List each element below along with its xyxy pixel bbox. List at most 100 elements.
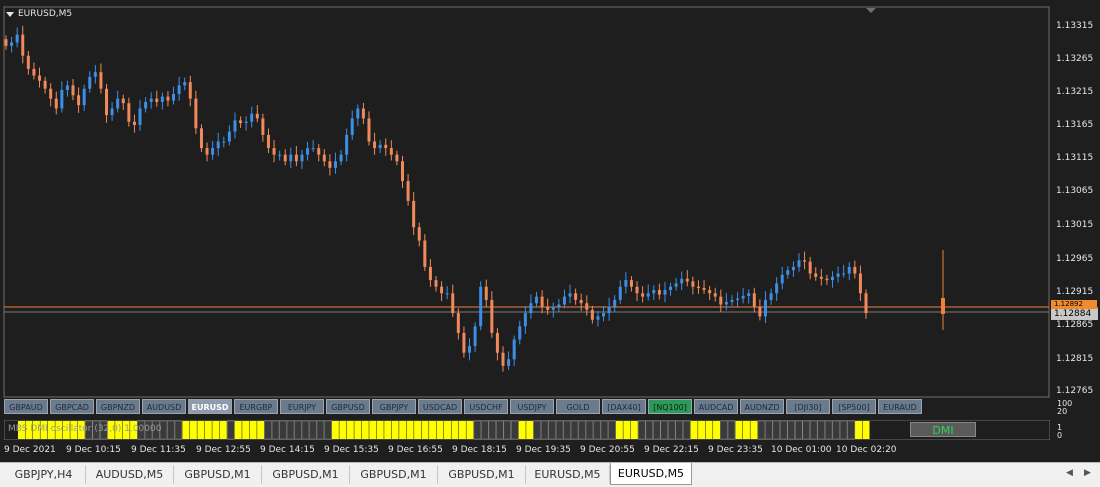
- candle-body: [15, 34, 19, 43]
- symbol-button[interactable]: USDCAD: [418, 399, 462, 414]
- candle-body: [652, 290, 656, 294]
- symbol-button[interactable]: [NQ100]: [648, 399, 692, 414]
- oscillator-bar: [331, 421, 339, 439]
- symbol-button[interactable]: USDJPY: [510, 399, 554, 414]
- oscillator-bar: [518, 421, 526, 439]
- candle-body: [724, 301, 728, 305]
- time-tick: 9 Dec 19:35: [516, 445, 571, 455]
- chart-tab[interactable]: EURUSD,M5: [526, 465, 610, 484]
- candle-body: [641, 293, 645, 297]
- candle-body: [769, 293, 773, 300]
- candle-body: [138, 108, 142, 125]
- oscillator-panel[interactable]: MBS DMI oscillator (32,0) 1.00000 DMI: [3, 419, 1051, 441]
- oscillator-bar: [473, 420, 482, 440]
- candle-body: [233, 120, 237, 132]
- oscillator-bar: [429, 421, 437, 439]
- oscillator-bar: [496, 420, 504, 440]
- candle-body: [49, 88, 53, 99]
- candle-body: [38, 75, 42, 81]
- oscillator-bar: [675, 420, 683, 440]
- candle-body: [501, 352, 505, 366]
- chart-tab-bar: GBPJPY,H4 AUDUSD,M5 GBPUSD,M1 GBPUSD,M1 …: [0, 462, 1100, 487]
- chart-tab-active[interactable]: EURUSD,M5: [610, 463, 692, 485]
- oscillator-bar: [376, 421, 384, 439]
- dropdown-triangle-icon[interactable]: [6, 11, 14, 17]
- price-tick: 1.12815: [1056, 354, 1094, 364]
- candle-body: [345, 134, 349, 155]
- candle-body: [791, 266, 795, 271]
- chart-tab[interactable]: GBPUSD,M1: [350, 465, 438, 484]
- symbol-button[interactable]: [DJI30]: [786, 399, 830, 414]
- candle-body: [194, 98, 198, 129]
- oscillator-bar: [324, 420, 332, 440]
- candle-body: [808, 261, 812, 274]
- symbol-button[interactable]: AUDNZD: [740, 399, 784, 414]
- candle-body: [261, 118, 265, 135]
- oscillator-bar: [578, 420, 586, 440]
- chart-tab[interactable]: AUDUSD,M5: [86, 465, 174, 484]
- oscillator-bar: [630, 421, 638, 439]
- symbol-button[interactable]: EURAUD: [878, 399, 922, 414]
- candle-body: [294, 154, 298, 162]
- symbol-button[interactable]: EURJPY: [280, 399, 324, 414]
- chart-title[interactable]: EURUSD,M5: [6, 9, 72, 19]
- chart-tab[interactable]: GBPUSD,M1: [438, 465, 526, 484]
- symbol-button[interactable]: USDCHF: [464, 399, 508, 414]
- price-axis[interactable]: 1.13315 1.13265 1.13215 1.13165 1.13115 …: [1050, 0, 1100, 462]
- symbol-button[interactable]: [DAX40]: [602, 399, 646, 414]
- candle-body: [613, 299, 617, 307]
- candle-body: [317, 148, 321, 155]
- symbol-button[interactable]: EURUSD: [188, 399, 232, 414]
- candle-body: [333, 161, 337, 168]
- symbol-button[interactable]: AUDUSD: [142, 399, 186, 414]
- symbol-button[interactable]: AUDCAD: [694, 399, 738, 414]
- candle-body: [26, 55, 30, 69]
- symbol-button[interactable]: GBPJPY: [372, 399, 416, 414]
- price-chart[interactable]: [0, 0, 1050, 400]
- chart-tab[interactable]: GBPJPY,H4: [2, 465, 86, 484]
- oscillator-bar: [189, 421, 197, 439]
- chart-shift-marker-icon[interactable]: [866, 8, 876, 13]
- oscillator-bar: [742, 421, 750, 439]
- oscillator-bar: [503, 420, 512, 440]
- candle-body: [412, 200, 416, 228]
- symbol-button[interactable]: GBPNZD: [96, 399, 140, 414]
- symbol-button[interactable]: GBPUSD: [326, 399, 370, 414]
- oscillator-bar: [361, 421, 369, 439]
- scroll-right-icon[interactable]: ▶: [1084, 468, 1091, 478]
- chart-tab[interactable]: GBPUSD,M1: [174, 465, 262, 484]
- candle-body: [473, 326, 477, 347]
- candle-body: [339, 154, 343, 162]
- candle-body: [183, 82, 187, 86]
- candle-body: [786, 270, 790, 275]
- oscillator-bar: [391, 421, 399, 439]
- candle-body: [116, 98, 120, 109]
- symbol-button[interactable]: GBPCAD: [50, 399, 94, 414]
- scroll-left-icon[interactable]: ◀: [1066, 468, 1073, 478]
- oscillator-bar: [444, 421, 451, 439]
- oscillator-bar: [660, 420, 668, 440]
- symbol-button[interactable]: GBPAUD: [4, 399, 48, 414]
- candle-body: [400, 161, 404, 182]
- oscillator-bar: [809, 420, 818, 440]
- candle-body: [523, 313, 527, 327]
- dmi-indicator-button[interactable]: DMI: [910, 422, 976, 437]
- chart-window[interactable]: EURUSD,M5 1.13315 1.13265 1.13215 1.1316…: [0, 0, 1100, 462]
- symbol-button[interactable]: EURGBP: [234, 399, 278, 414]
- oscillator-bar: [847, 420, 855, 440]
- symbol-button[interactable]: [SP500]: [832, 399, 876, 414]
- candle-body: [535, 296, 539, 304]
- candle-body: [579, 299, 583, 304]
- price-tick: 1.12865: [1056, 320, 1094, 330]
- oscillator-bar: [481, 420, 489, 440]
- time-tick: 10 Dec 01:00: [771, 445, 832, 455]
- oscillator-bar: [399, 421, 407, 439]
- symbol-button[interactable]: GOLD: [556, 399, 600, 414]
- candle-body: [540, 296, 544, 307]
- candle-body: [568, 293, 572, 297]
- oscillator-bar: [257, 421, 265, 439]
- candle-body: [132, 121, 136, 125]
- chart-tab[interactable]: GBPUSD,M1: [262, 465, 350, 484]
- candle-body: [758, 306, 762, 317]
- candle-body: [680, 278, 684, 284]
